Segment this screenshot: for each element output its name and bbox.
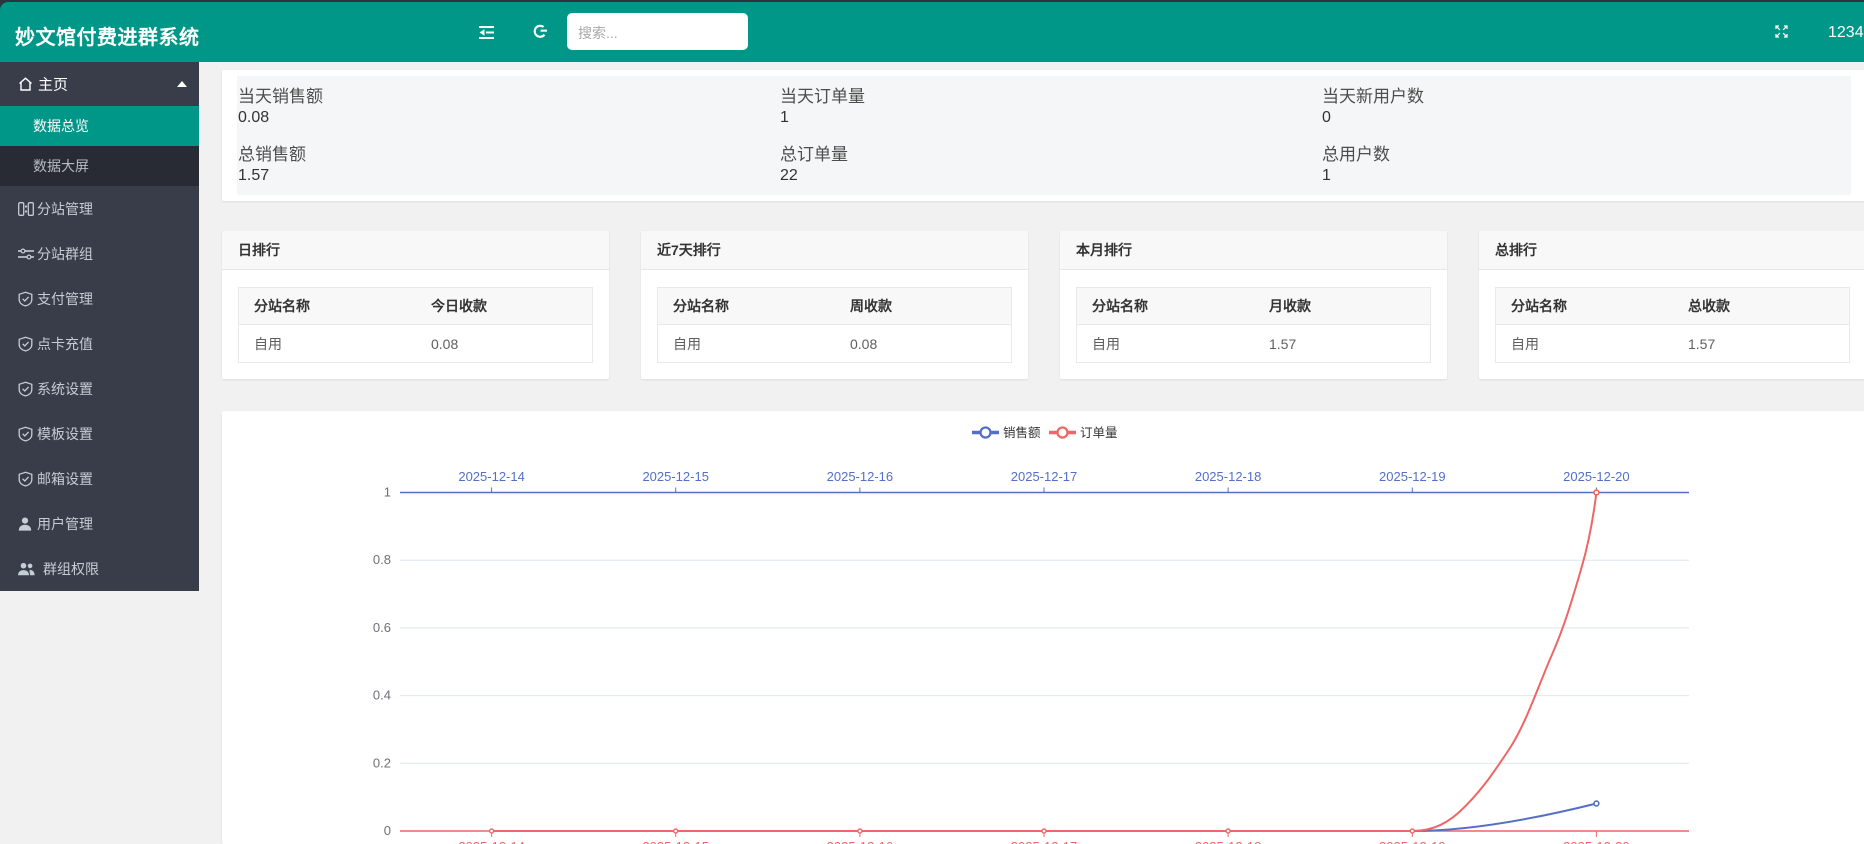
svg-text:2025-12-16: 2025-12-16: [827, 839, 894, 844]
svg-text:2025-12-17: 2025-12-17: [1011, 469, 1078, 484]
svg-text:2025-12-20: 2025-12-20: [1563, 839, 1630, 844]
svg-text:0.6: 0.6: [373, 620, 391, 635]
svg-text:1: 1: [384, 485, 391, 500]
svg-text:订单量: 订单量: [1080, 426, 1118, 440]
svg-text:销售额: 销售额: [1003, 425, 1041, 440]
svg-text:2025-12-17: 2025-12-17: [1011, 839, 1078, 844]
svg-text:2025-12-18: 2025-12-18: [1195, 839, 1262, 844]
svg-text:2025-12-18: 2025-12-18: [1195, 469, 1262, 484]
svg-text:0: 0: [384, 823, 391, 838]
svg-text:2025-12-19: 2025-12-19: [1379, 839, 1446, 844]
svg-text:2025-12-14: 2025-12-14: [458, 839, 524, 844]
svg-text:2025-12-16: 2025-12-16: [827, 469, 894, 484]
svg-text:2025-12-15: 2025-12-15: [642, 469, 709, 484]
svg-text:0.8: 0.8: [373, 552, 391, 567]
svg-text:2025-12-15: 2025-12-15: [642, 839, 709, 844]
svg-text:2025-12-19: 2025-12-19: [1379, 469, 1446, 484]
svg-text:0.2: 0.2: [373, 755, 391, 770]
svg-text:2025-12-20: 2025-12-20: [1563, 469, 1630, 484]
svg-text:0.4: 0.4: [373, 688, 391, 703]
svg-text:2025-12-14: 2025-12-14: [458, 469, 524, 484]
